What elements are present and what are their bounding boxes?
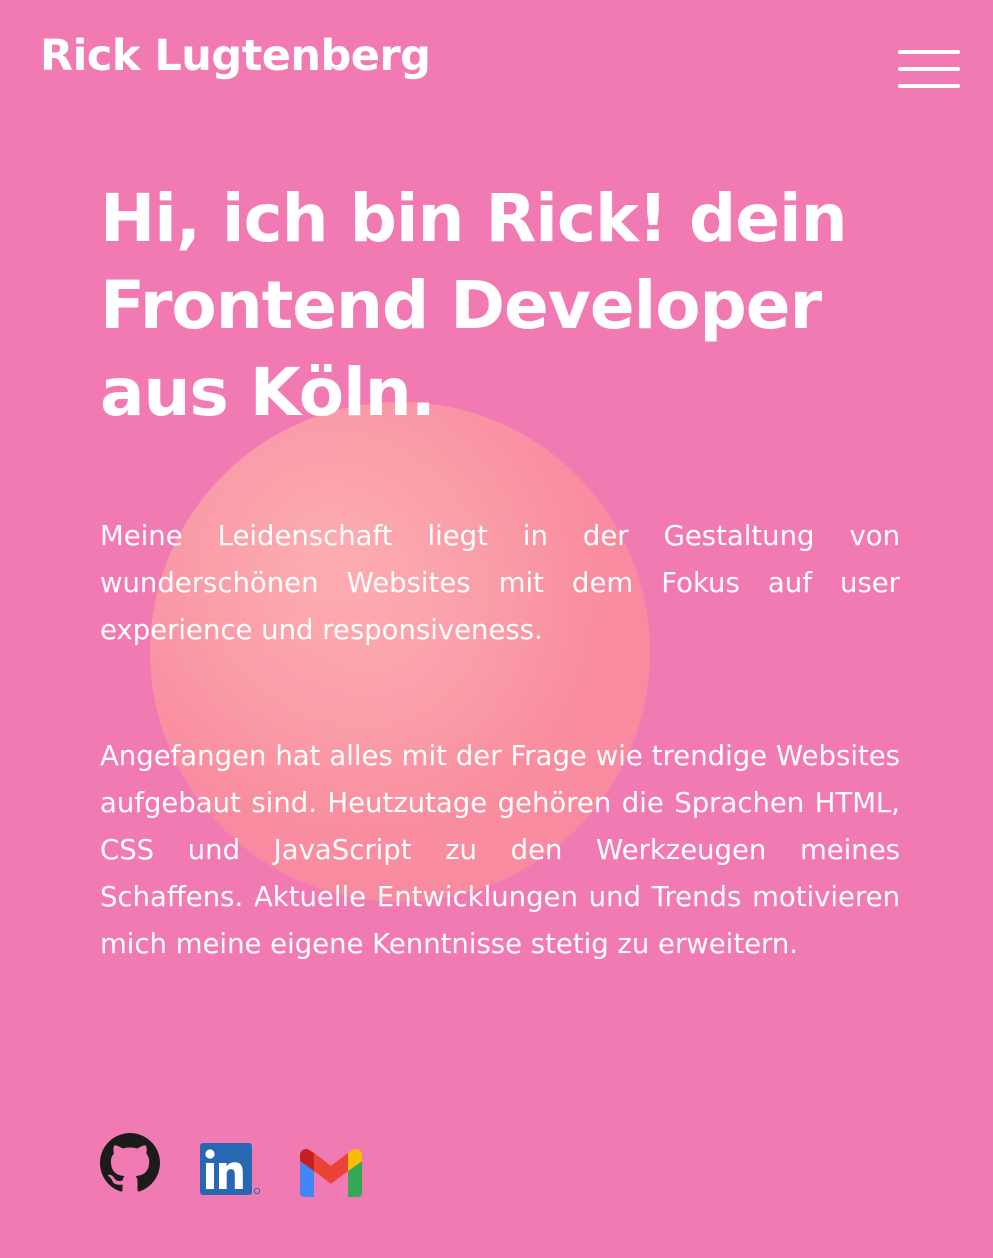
gmail-icon xyxy=(300,1148,362,1197)
site-header: Rick Lugtenberg xyxy=(0,0,993,120)
hamburger-menu-icon-line xyxy=(898,50,960,54)
hamburger-menu-icon-line xyxy=(898,84,960,88)
about-paragraph-1: Meine Leidenschaft liegt in der Gestaltu… xyxy=(100,520,900,646)
about-paragraph-2: Angefangen hat alles mit der Frage wie t… xyxy=(100,740,900,960)
hamburger-menu-icon-line xyxy=(898,67,960,71)
github-icon xyxy=(100,1133,160,1192)
brand-logo-link[interactable]: Rick Lugtenberg xyxy=(40,26,431,86)
gmail-link[interactable] xyxy=(300,1148,362,1211)
social-links xyxy=(100,1133,400,1197)
linkedin-link[interactable] xyxy=(200,1143,262,1205)
hero-title: Hi, ich bin Rick! dein Frontend Develope… xyxy=(100,180,848,431)
github-link[interactable] xyxy=(100,1133,162,1195)
menu-button[interactable] xyxy=(898,47,960,91)
linkedin-icon xyxy=(200,1143,261,1195)
